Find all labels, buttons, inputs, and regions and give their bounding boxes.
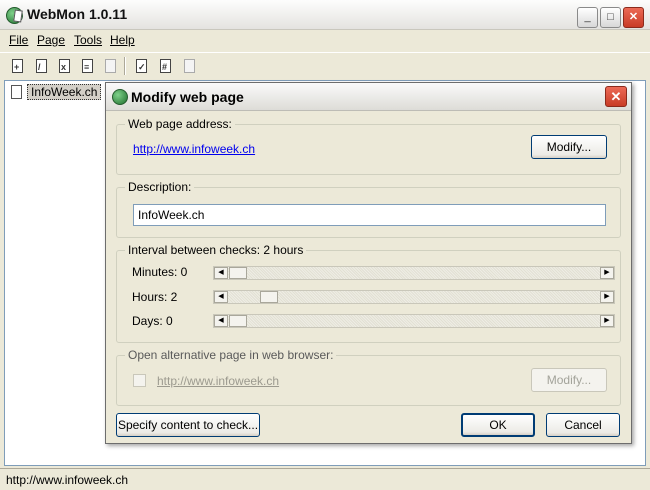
- paste-icon: [105, 59, 116, 73]
- dialog-title: Modify web page: [131, 89, 244, 105]
- alternative-page-group: Open alternative page in web browser: ht…: [116, 348, 621, 406]
- cancel-button[interactable]: Cancel: [546, 413, 620, 437]
- hours-slider-thumb[interactable]: [260, 291, 278, 303]
- edit-page-button[interactable]: /: [32, 57, 50, 75]
- list-item-label: InfoWeek.ch: [27, 84, 102, 100]
- ok-button[interactable]: OK: [461, 413, 535, 437]
- app-title: WebMon 1.0.11: [27, 6, 128, 22]
- settings-icon: [184, 59, 195, 73]
- menu-page[interactable]: Page: [37, 33, 65, 47]
- menu-bar: File Page Tools Help: [0, 31, 650, 49]
- menu-tools[interactable]: Tools: [74, 33, 102, 47]
- page-icon: [11, 85, 22, 99]
- status-bar: http://www.infoweek.ch: [0, 468, 650, 490]
- address-group-title: Web page address:: [125, 117, 235, 131]
- toolbar-separator: [124, 57, 126, 75]
- modify-alternative-button[interactable]: Modify...: [531, 368, 607, 392]
- description-group: Description:: [116, 180, 621, 238]
- close-icon: ✕: [610, 89, 622, 104]
- minimize-icon: _: [584, 11, 591, 23]
- interval-group-title: Interval between checks: 2 hours: [125, 243, 307, 257]
- minutes-label: Minutes: 0: [132, 265, 188, 279]
- minutes-slider-thumb[interactable]: [229, 267, 247, 279]
- hours-slider[interactable]: ◀ ▶: [213, 290, 615, 304]
- paste-button[interactable]: [101, 57, 119, 75]
- days-label: Days: 0: [132, 314, 173, 328]
- arrow-left-icon[interactable]: ◀: [214, 267, 228, 279]
- copy-button[interactable]: ≡: [78, 57, 96, 75]
- modify-address-button[interactable]: Modify...: [531, 135, 607, 159]
- dialog-titlebar[interactable]: Modify web page ✕: [106, 83, 631, 111]
- description-input[interactable]: [133, 204, 606, 226]
- check-page-button[interactable]: ✓: [132, 57, 150, 75]
- arrow-right-icon[interactable]: ▶: [600, 315, 614, 327]
- dialog-app-icon: [112, 89, 128, 105]
- dialog-close-button[interactable]: ✕: [605, 86, 627, 107]
- address-link[interactable]: http://www.infoweek.ch: [133, 142, 255, 156]
- description-group-title: Description:: [125, 180, 195, 194]
- maximize-button[interactable]: □: [600, 7, 621, 28]
- minutes-slider[interactable]: ◀ ▶: [213, 266, 615, 280]
- main-titlebar[interactable]: WebMon 1.0.11 _ □ ✕: [0, 0, 650, 30]
- status-text: http://www.infoweek.ch: [6, 473, 129, 487]
- arrow-right-icon[interactable]: ▶: [600, 267, 614, 279]
- minimize-button[interactable]: _: [577, 7, 598, 28]
- menu-file[interactable]: File: [9, 33, 28, 47]
- days-slider-thumb[interactable]: [229, 315, 247, 327]
- days-slider[interactable]: ◀ ▶: [213, 314, 615, 328]
- close-icon: ✕: [628, 11, 639, 23]
- interval-group: Interval between checks: 2 hours Minutes…: [116, 243, 621, 343]
- new-page-button[interactable]: +: [8, 57, 26, 75]
- settings-button[interactable]: [180, 57, 198, 75]
- check-all-button[interactable]: #: [156, 57, 174, 75]
- maximize-icon: □: [607, 11, 614, 23]
- modify-web-page-dialog: Modify web page ✕ Web page address: http…: [105, 82, 632, 444]
- alternative-group-title: Open alternative page in web browser:: [125, 348, 337, 362]
- alternative-page-checkbox[interactable]: [133, 374, 146, 387]
- arrow-right-icon[interactable]: ▶: [600, 291, 614, 303]
- specify-content-button[interactable]: Specify content to check...: [116, 413, 260, 437]
- address-group: Web page address: http://www.infoweek.ch…: [116, 117, 621, 175]
- arrow-left-icon[interactable]: ◀: [214, 291, 228, 303]
- menu-help[interactable]: Help: [110, 33, 135, 47]
- arrow-left-icon[interactable]: ◀: [214, 315, 228, 327]
- toolbar: + / x ≡ ✓ #: [0, 52, 650, 78]
- hours-label: Hours: 2: [132, 290, 178, 304]
- close-button[interactable]: ✕: [623, 7, 644, 28]
- alternative-page-link[interactable]: http://www.infoweek.ch: [157, 374, 279, 388]
- webmon-app-icon: [6, 7, 23, 24]
- delete-page-button[interactable]: x: [55, 57, 73, 75]
